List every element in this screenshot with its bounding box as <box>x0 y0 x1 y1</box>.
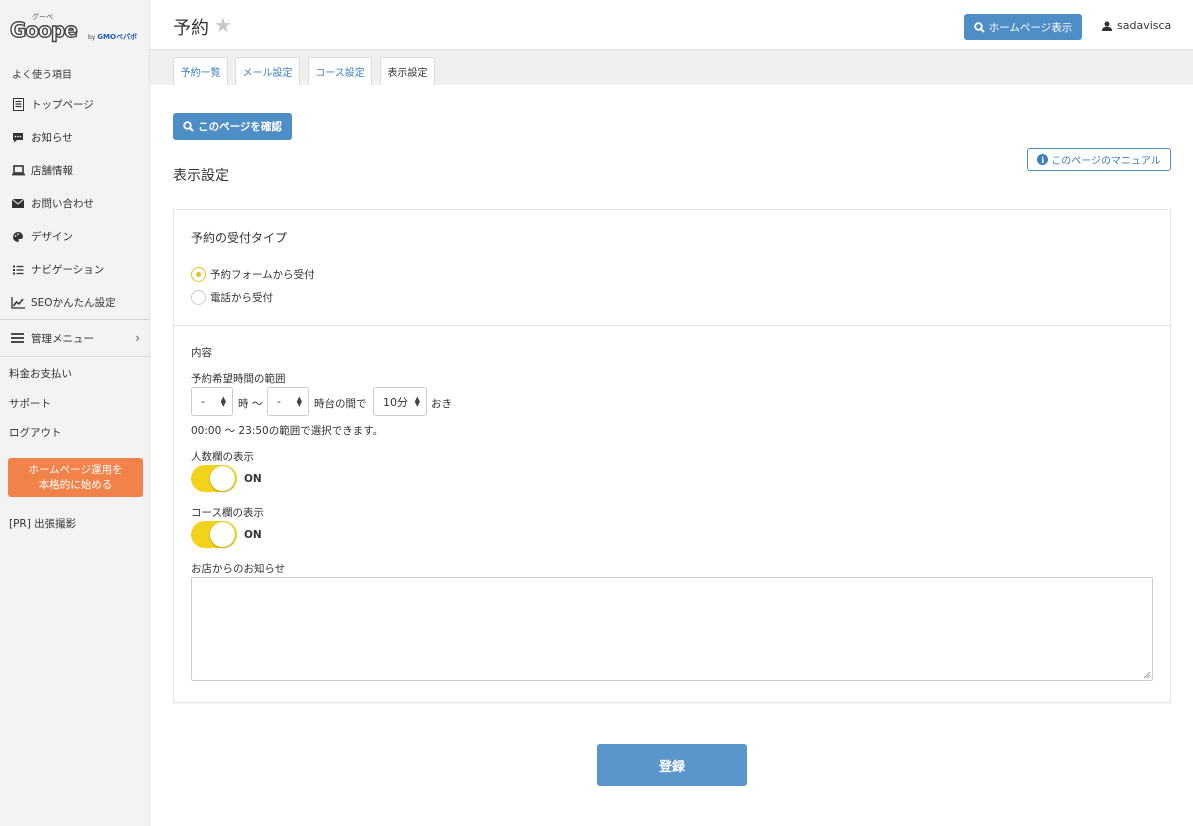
every-text: おき <box>431 398 452 410</box>
section-title: 表示設定 <box>173 168 229 184</box>
page-header: 予約 ★ ホームページ表示 sadavisca <box>150 0 1193 50</box>
tab-display-settings[interactable]: 表示設定 <box>380 57 435 85</box>
favorites-label: よく使う項目 <box>12 70 72 81</box>
people-field-toggle[interactable] <box>191 465 237 492</box>
notice-textarea[interactable] <box>191 577 1153 681</box>
sidebar-item-contact[interactable]: お問い合わせ <box>0 187 150 220</box>
sidebar-nav: トップページ お知らせ 店舗情報 お問い合わせ デザイン ナビゲーション SEO… <box>0 88 150 319</box>
radio-checked-icon <box>191 267 206 282</box>
sidebar-item-label: 店舗情報 <box>31 165 73 177</box>
palette-icon <box>11 230 25 244</box>
logo-by: by GMOペパボ <box>88 32 137 42</box>
chart-icon <box>11 296 25 310</box>
laptop-icon <box>11 164 25 178</box>
start-hour-value: - <box>201 395 205 408</box>
sidebar-item-label: トップページ <box>31 99 94 111</box>
manual-button[interactable]: i このページのマニュアル <box>1027 148 1171 171</box>
envelope-icon <box>11 197 25 211</box>
sidebar-item-label: SEOかんたん設定 <box>31 297 116 309</box>
course-field-toggle[interactable] <box>191 521 237 548</box>
notice-label: お店からのお知らせ <box>191 563 286 575</box>
document-icon <box>11 98 25 112</box>
management-menu[interactable]: 管理メニュー › <box>0 319 150 357</box>
radio-phone-reception[interactable]: 電話から受付 <box>191 290 273 305</box>
tab-mail-settings[interactable]: メール設定 <box>235 57 300 85</box>
speech-bubble-icon <box>11 131 25 145</box>
time-range-note: 00:00 〜 23:50の範囲で選択できます。 <box>191 425 384 437</box>
billing-link[interactable]: 料金お支払い <box>9 366 72 381</box>
interval-value: 10分 <box>383 395 408 409</box>
chevron-right-icon: › <box>135 331 140 345</box>
logout-link[interactable]: ログアウト <box>9 425 62 440</box>
search-icon <box>974 21 985 33</box>
people-field-label: 人数欄の表示 <box>191 451 254 463</box>
resize-grip-icon[interactable] <box>1143 671 1151 679</box>
settings-panel: 予約の受付タイプ 予約フォームから受付 電話から受付 内容 予約希望時間の範囲 … <box>173 209 1171 703</box>
tab-course-settings[interactable]: コース設定 <box>308 57 372 85</box>
promo-line2: 本格的に始める <box>38 479 113 491</box>
page-title: 予約 <box>173 18 209 39</box>
sidebar-item-news[interactable]: お知らせ <box>0 121 150 154</box>
sidebar-item-label: ナビゲーション <box>31 264 105 276</box>
logo-by-text: by <box>88 34 96 41</box>
view-homepage-label: ホームページ表示 <box>988 21 1073 34</box>
between-text: 時台の間で <box>314 398 367 410</box>
user-menu[interactable]: sadavisca <box>1102 19 1171 32</box>
goope-logo[interactable]: グーペ Goope by GMOペパボ <box>9 12 140 50</box>
sidebar-item-design[interactable]: デザイン <box>0 220 150 253</box>
manual-label: このページのマニュアル <box>1051 156 1161 167</box>
confirm-page-label: このページを確認 <box>198 121 282 133</box>
radio-unchecked-icon <box>191 290 206 305</box>
toggle-knob <box>210 522 235 547</box>
hour-text: 時 〜 <box>238 398 263 410</box>
panel-divider <box>174 325 1170 326</box>
username: sadavisca <box>1117 19 1172 32</box>
sidebar-item-label: お問い合わせ <box>31 198 94 210</box>
favorite-star-icon[interactable]: ★ <box>214 13 232 37</box>
search-icon <box>183 121 194 132</box>
view-homepage-button[interactable]: ホームページ表示 <box>964 14 1082 40</box>
sidebar-item-navigation[interactable]: ナビゲーション <box>0 253 150 286</box>
tab-reservation-list[interactable]: 予約一覧 <box>173 57 228 85</box>
sidebar: グーペ Goope by GMOペパボ よく使う項目 トップページ お知らせ 店… <box>0 0 150 826</box>
sidebar-item-top-page[interactable]: トップページ <box>0 88 150 121</box>
pr-link[interactable]: [PR] 出張撮影 <box>9 516 76 531</box>
radio-label: 予約フォームから受付 <box>210 269 315 281</box>
sidebar-item-label: デザイン <box>31 231 73 243</box>
reception-type-heading: 予約の受付タイプ <box>191 231 288 245</box>
select-arrows-icon: ▲ ▼ <box>414 395 420 408</box>
sidebar-item-seo[interactable]: SEOかんたん設定 <box>0 286 150 319</box>
confirm-page-button[interactable]: このページを確認 <box>173 113 292 140</box>
management-menu-label: 管理メニュー <box>31 332 94 345</box>
sidebar-item-store-info[interactable]: 店舗情報 <box>0 154 150 187</box>
select-arrows-icon: ▲ ▼ <box>220 395 226 408</box>
hamburger-icon <box>11 333 25 343</box>
time-range-label: 予約希望時間の範囲 <box>191 373 286 385</box>
course-field-label: コース欄の表示 <box>191 507 264 519</box>
select-arrows-icon: ▲ ▼ <box>296 395 302 408</box>
submit-button[interactable]: 登録 <box>597 744 747 786</box>
start-hour-select[interactable]: - ▲ ▼ <box>191 387 233 416</box>
course-field-state: ON <box>244 529 262 541</box>
promo-line1: ホームページ運用を <box>28 464 123 476</box>
end-hour-select[interactable]: - ▲ ▼ <box>267 387 309 416</box>
end-hour-value: - <box>277 395 281 408</box>
radio-label: 電話から受付 <box>210 292 273 304</box>
sidebar-item-label: お知らせ <box>31 132 73 144</box>
list-icon <box>11 263 25 277</box>
tab-bar: 予約一覧 メール設定 コース設定 表示設定 <box>150 50 1193 85</box>
support-link[interactable]: サポート <box>9 396 51 411</box>
radio-form-reception[interactable]: 予約フォームから受付 <box>191 267 315 282</box>
user-icon <box>1102 21 1112 31</box>
logo-brand: GMOペパボ <box>97 33 137 41</box>
toggle-knob <box>210 466 235 491</box>
interval-select[interactable]: 10分 ▲ ▼ <box>373 387 427 416</box>
people-field-state: ON <box>244 473 262 485</box>
info-icon: i <box>1037 154 1049 165</box>
logo-wordmark: Goope <box>9 17 78 42</box>
content-label: 内容 <box>191 347 212 359</box>
promo-button[interactable]: ホームページ運用を 本格的に始める <box>8 458 143 497</box>
